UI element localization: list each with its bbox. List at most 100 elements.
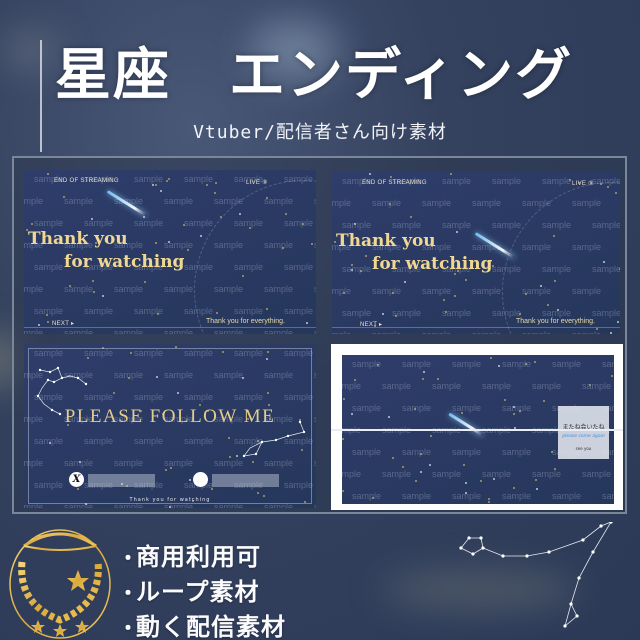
sample-watermark: sample (472, 330, 501, 334)
sample-watermark: sample (502, 491, 532, 501)
star-dot (214, 192, 216, 194)
x-logo-icon[interactable]: X (69, 472, 84, 487)
star-dot (513, 487, 515, 489)
sample-watermark: sample (482, 381, 512, 391)
star-dot (155, 242, 157, 244)
star-dot (92, 280, 94, 282)
sample-watermark: sample (542, 176, 572, 186)
star-dot (465, 482, 467, 484)
star-dot (342, 490, 344, 492)
star-dot (454, 295, 456, 297)
sample-watermark: sample (602, 359, 614, 369)
headline-line1: Thank you (28, 229, 128, 249)
sample-watermark: sample (532, 381, 562, 391)
sample-watermark: sample (442, 308, 472, 318)
star-dot (504, 399, 506, 401)
next-label: NEXT ▸ (52, 321, 75, 327)
star-dot (388, 416, 390, 418)
sample-watermark: sample (332, 198, 352, 208)
moon-star-emblem-icon (9, 529, 111, 639)
page-title: 星座 エンディング (55, 43, 574, 108)
star-dot (420, 471, 422, 473)
star-dot (168, 178, 170, 180)
sample-watermark: sample (492, 220, 522, 230)
sample-watermark: sample (184, 218, 214, 228)
sample-watermark: sample (452, 491, 482, 501)
sample-watermark: sample (442, 220, 472, 230)
sample-watermark: sample (184, 174, 214, 184)
headline-line1: Thank you (336, 231, 436, 251)
star-dot (382, 313, 384, 315)
sample-watermark: sample (452, 447, 482, 457)
star-dot (488, 498, 490, 500)
feature-animated: ・動く配信素材 (118, 613, 286, 640)
sample-watermark: sample (422, 286, 452, 296)
sample-watermark: sample (452, 359, 482, 369)
sample-watermark: sample (502, 447, 532, 457)
bottom-rule (24, 327, 316, 328)
star-dot (443, 299, 445, 301)
star-dot (450, 173, 452, 175)
sample-watermark: sample (84, 306, 114, 316)
thank-you-everything: Thank you for everything. (516, 318, 595, 325)
card-sign: see you (575, 446, 592, 451)
sample-watermark: sample (24, 196, 44, 206)
live-label: LIVE ⑨ (246, 180, 268, 186)
star-dot (423, 371, 425, 373)
sns-handle-field[interactable] (212, 474, 279, 487)
preview-ending-1[interactable]: sample sample sample sample sample sample samp… (24, 170, 316, 334)
preview-wide-loop-frame[interactable]: sample sample sample sample sample sample samp… (331, 344, 623, 510)
sample-watermark: sample (422, 198, 452, 208)
preview-ending-2[interactable]: sample sample sample sample sample sample samp… (332, 172, 620, 334)
sample-watermark: sample (332, 286, 352, 296)
end-of-streaming-label: END OF STREAMING (362, 180, 427, 186)
star-dot (410, 216, 412, 218)
star-dot (365, 255, 367, 257)
preview-follow[interactable]: samplesamplesamplesamplesamplesamplesamp… (24, 344, 316, 508)
sample-watermark: sample (164, 328, 194, 334)
sample-watermark: sample (402, 447, 432, 457)
sample-watermark: sample (164, 240, 194, 250)
sample-watermark: sample (392, 308, 422, 318)
circle-logo-icon[interactable] (193, 472, 208, 487)
sample-watermark: sample (602, 491, 614, 501)
star-dot (429, 464, 431, 466)
star-dot (155, 184, 157, 186)
star-dot (38, 324, 40, 326)
sample-watermark: sample (64, 196, 94, 206)
star-dot (422, 378, 424, 380)
star-dot (206, 184, 208, 186)
star-dot (490, 357, 492, 359)
sample-watermark: sample (164, 284, 194, 294)
sns-handle-field[interactable] (88, 474, 155, 487)
sample-watermark: sample (134, 306, 164, 316)
sample-watermark: sample (432, 469, 462, 479)
sample-watermark: sample (452, 403, 482, 413)
sample-watermark: sample (502, 359, 532, 369)
star-dot (200, 235, 202, 237)
star-dot (513, 413, 515, 415)
sample-watermark: sample (342, 308, 372, 318)
star-dot (215, 182, 217, 184)
sample-watermark: sample (342, 381, 362, 391)
loop-divider (331, 429, 623, 431)
next-label: NEXT ▸ (360, 322, 383, 328)
star-dot (463, 464, 465, 466)
sample-watermark: sample (34, 306, 64, 316)
star-dot (392, 457, 394, 459)
sample-watermark: sample (24, 328, 44, 334)
star-dot (166, 180, 168, 182)
card-subtitle: please come again (562, 434, 605, 439)
sample-watermark: sample (314, 458, 316, 468)
star-dot (430, 435, 432, 437)
sample-watermark: sample (164, 196, 194, 206)
sample-watermark: sample (432, 381, 462, 391)
sample-watermark: sample (352, 447, 382, 457)
sample-watermark: sample (472, 198, 502, 208)
sample-watermark: sample (482, 469, 512, 479)
star-dot (343, 398, 345, 400)
sample-watermark: sample (372, 198, 402, 208)
star-dot (437, 378, 439, 380)
sample-watermark: sample (532, 469, 562, 479)
star-dot (480, 480, 482, 482)
